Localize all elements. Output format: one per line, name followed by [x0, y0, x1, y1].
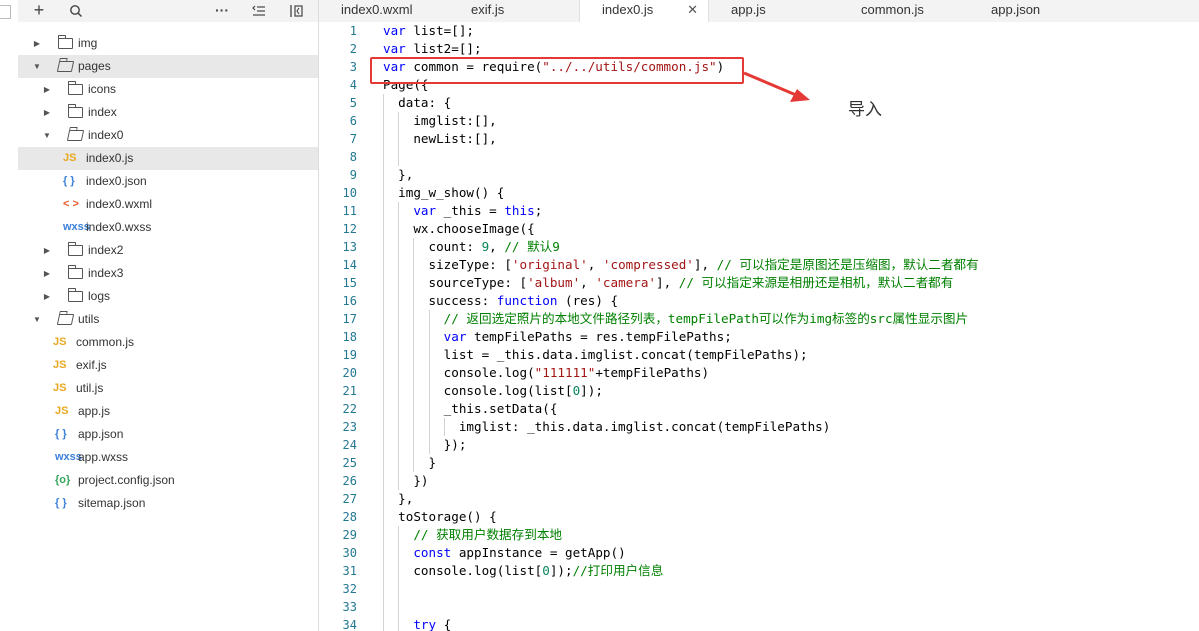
annotation-label: 导入 — [848, 100, 882, 120]
annotation-arrow — [743, 71, 810, 102]
